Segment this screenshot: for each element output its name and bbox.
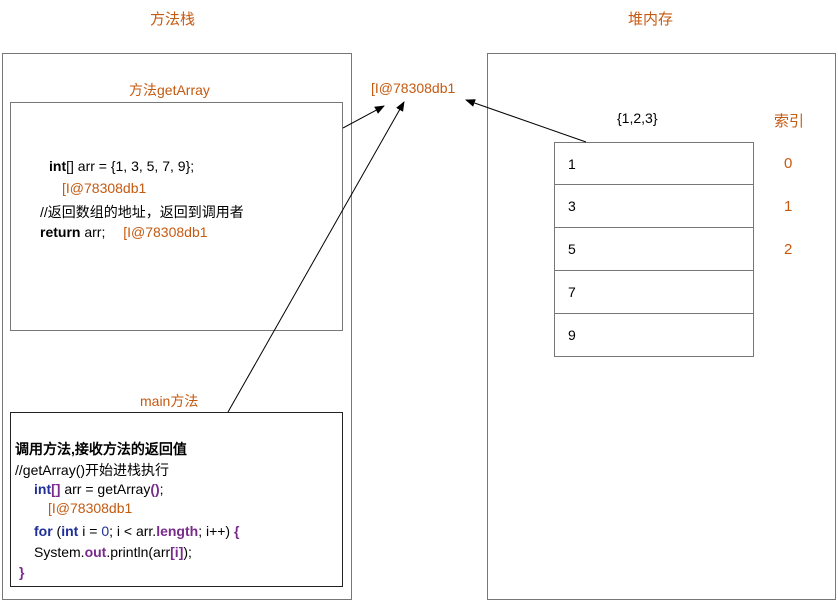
arrow-heap-to-address <box>465 99 587 143</box>
arrows-layer <box>227 99 587 413</box>
arrow-main-to-address <box>227 101 405 413</box>
arrow-getarray-to-address <box>342 105 385 129</box>
